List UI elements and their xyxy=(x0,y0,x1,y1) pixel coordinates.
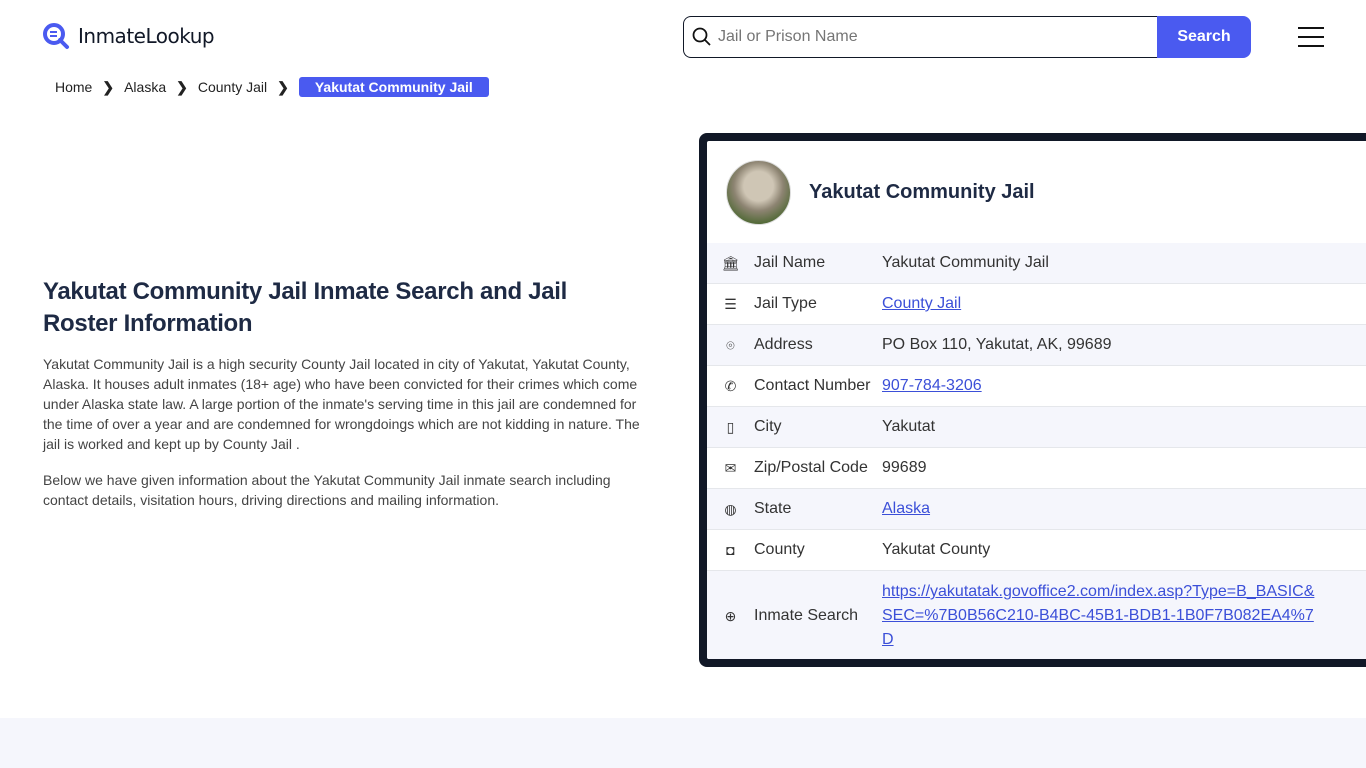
county-icon: ◘ xyxy=(726,542,735,558)
row-label: Inmate Search xyxy=(754,607,859,624)
list-icon: ☰ xyxy=(724,295,737,312)
row-value-link[interactable]: 907-784-3206 xyxy=(882,377,982,395)
description-paragraph-2: Below we have given information about th… xyxy=(43,472,611,508)
info-row: ▯ City Yakutat xyxy=(707,407,1366,448)
row-label: State xyxy=(754,500,792,517)
jail-info-card: Yakutat Community Jail 🏛 Jail Name Yakutat… xyxy=(699,133,1366,667)
hamburger-menu-icon[interactable] xyxy=(1298,27,1324,47)
description-paragraph: Yakutat Community Jail is a high securit… xyxy=(43,356,640,452)
info-row: ◍ State Alaska xyxy=(707,489,1366,530)
breadcrumb-county-jail[interactable]: County Jail xyxy=(198,79,267,95)
mail-icon: ✉ xyxy=(724,459,737,476)
search-field[interactable] xyxy=(683,16,1157,58)
info-row: ☰ Jail Type County Jail xyxy=(707,284,1366,325)
row-value-link[interactable]: https://yakutatak.govoffice2.com/index.a… xyxy=(882,580,1322,652)
row-label: Jail Name xyxy=(754,254,826,271)
breadcrumb-home[interactable]: Home xyxy=(55,79,92,95)
map-icon: ▯ xyxy=(726,418,735,435)
breadcrumb-alaska[interactable]: Alaska xyxy=(124,79,166,95)
row-label: Contact Number xyxy=(754,377,871,394)
jail-photo xyxy=(726,159,791,225)
page-title: Yakutat Community Jail Inmate Search and… xyxy=(43,278,568,337)
phone-icon: ✆ xyxy=(724,377,737,394)
chevron-right-icon: ❯ xyxy=(102,78,115,95)
web-icon: ⊕ xyxy=(724,607,737,624)
info-row: ⊕ Inmate Search https://yakutatak.govoffic… xyxy=(707,571,1366,659)
row-value: Yakutat xyxy=(882,418,936,435)
row-label: County xyxy=(754,541,805,558)
info-row: ✆ Contact Number 907-784-3206 xyxy=(707,366,1366,407)
row-value-link[interactable]: Alaska xyxy=(882,500,930,518)
chevron-right-icon: ❯ xyxy=(277,78,289,95)
info-row: ◘ County Yakutat County xyxy=(707,530,1366,571)
card-title: Yakutat Community Jail xyxy=(809,180,1035,203)
logo-text: InmateLookup xyxy=(78,24,215,48)
row-value: 99689 xyxy=(882,459,927,476)
breadcrumb: Home ❯ Alaska ❯ County Jail ❯ Yakutat Commu… xyxy=(55,77,489,97)
row-value: PO Box 110, Yakutat, AK, 99689 xyxy=(882,336,1112,353)
info-row: ✉ Zip/Postal Code 99689 xyxy=(707,448,1366,489)
breadcrumb-current: Yakutat Community Jail xyxy=(298,77,489,97)
footer-section xyxy=(0,718,1366,768)
row-value: Yakutat County xyxy=(882,541,991,558)
chevron-right-icon: ❯ xyxy=(176,78,188,95)
search-bar: Search xyxy=(683,16,1251,58)
row-value-link[interactable]: County Jail xyxy=(882,295,961,313)
search-icon xyxy=(692,27,711,46)
row-label: Jail Type xyxy=(754,295,817,312)
search-input[interactable] xyxy=(718,28,1157,46)
row-label: Zip/Postal Code xyxy=(754,459,868,476)
globe-icon: ◍ xyxy=(724,500,737,517)
search-button[interactable]: Search xyxy=(1157,16,1251,58)
logo[interactable]: InmateLookup xyxy=(42,22,215,50)
row-label: City xyxy=(754,418,782,435)
building-icon: 🏛 xyxy=(721,254,740,271)
row-value: Yakutat Community Jail xyxy=(882,254,1049,271)
info-row: 🏛 Jail Name Yakutat Community Jail xyxy=(707,243,1366,284)
location-pin-icon: ⌾ xyxy=(726,336,735,353)
info-row: ⌾ Address PO Box 110, Yakutat, AK, 99689 xyxy=(707,325,1366,366)
logo-search-icon xyxy=(43,23,69,49)
row-label: Address xyxy=(754,336,813,353)
